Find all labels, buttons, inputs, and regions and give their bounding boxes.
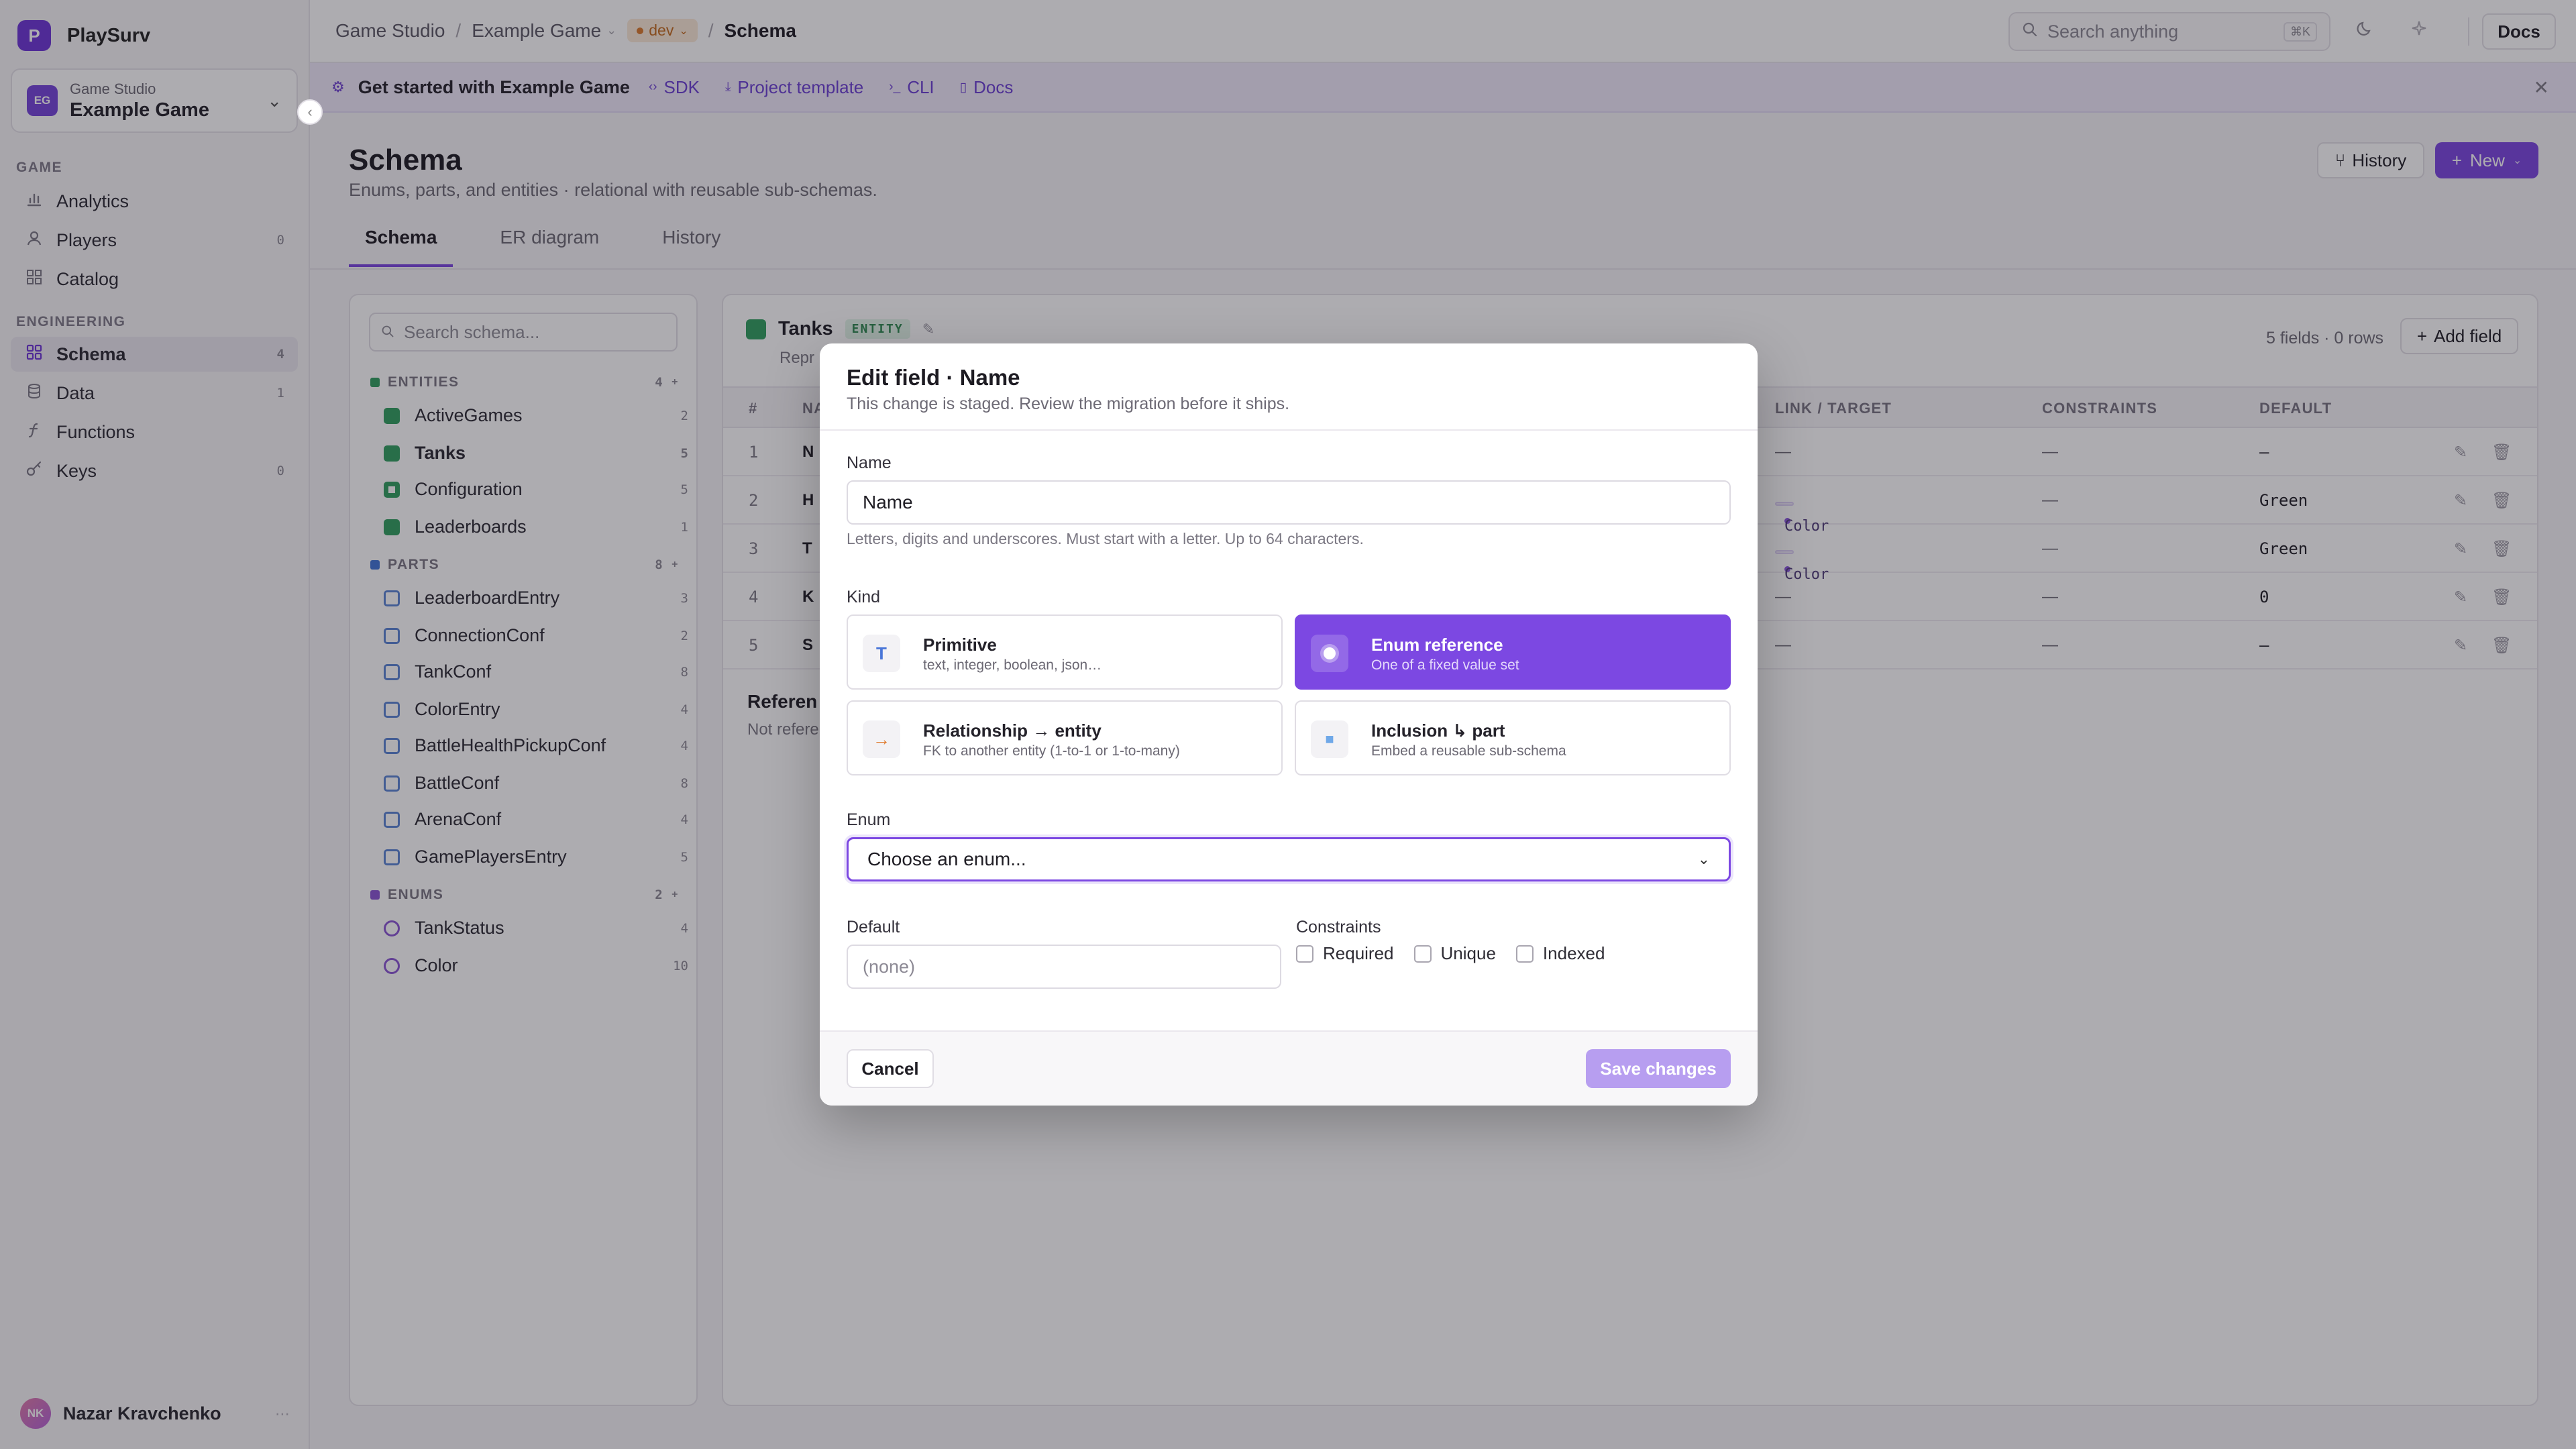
kind-option-inclusion[interactable]: ■ Inclusion ↳ part Embed a reusable sub-… [1295,700,1731,775]
kind-option-primitive[interactable]: T Primitive text, integer, boolean, json… [847,614,1283,690]
save-changes-button[interactable]: Save changes [1586,1049,1731,1088]
kind-option-title: Relationship → entity [923,720,1102,741]
default-placeholder: (none) [863,956,916,977]
name-field[interactable]: Name [847,480,1731,525]
kind-option-subtitle: One of a fixed value set [1371,657,1519,673]
kind-option-subtitle: FK to another entity (1-to-1 or 1-to-man… [923,743,1180,759]
constraints-label: Constraints [1296,918,1381,936]
kind-option-subtitle: Embed a reusable sub-schema [1371,743,1566,759]
chevron-down-icon: ⌄ [1697,851,1710,867]
name-field-value: Name [863,492,913,513]
name-help-text: Letters, digits and underscores. Must st… [847,530,1364,547]
radio-selected-icon [1311,635,1348,672]
default-input[interactable]: (none) [847,945,1281,989]
kind-option-title: Inclusion ↳ part [1371,720,1505,741]
checkbox-box[interactable] [1413,945,1432,963]
edit-field-dialog: Edit field · Name This change is staged.… [820,343,1758,1106]
kind-option-subtitle: text, integer, boolean, json… [923,657,1102,673]
dialog-subtitle: This change is staged. Review the migrat… [847,394,1290,413]
dialog-footer: Cancel Save changes [820,1030,1758,1106]
enum-label: Enum [847,810,891,829]
constraints-group: Required Unique Indexed [1296,943,1605,964]
part-square-icon: ■ [1311,720,1348,758]
kind-option-title: Primitive [923,635,997,655]
cancel-button[interactable]: Cancel [847,1049,934,1088]
kind-option-relationship[interactable]: → Relationship → entity FK to another en… [847,700,1283,775]
checkbox-label: Required [1323,943,1394,963]
checkbox-label: Indexed [1542,943,1605,963]
kind-option-title: Enum reference [1371,635,1503,655]
text-type-icon: T [863,635,900,672]
enum-select-value: Choose an enum... [867,849,1026,869]
checkbox-box[interactable] [1296,945,1313,963]
name-label: Name [847,453,892,472]
kind-option-enum-reference[interactable]: Enum reference One of a fixed value set [1295,614,1731,690]
divider [820,429,1758,431]
kind-label: Kind [847,588,881,606]
indexed-checkbox[interactable]: Indexed [1515,943,1605,964]
unique-checkbox[interactable]: Unique [1413,943,1496,964]
required-checkbox[interactable]: Required [1296,943,1394,964]
enum-select[interactable]: Choose an enum... ⌄ [847,837,1731,881]
default-label: Default [847,918,900,936]
checkbox-box[interactable] [1515,945,1534,963]
checkbox-label: Unique [1440,943,1496,963]
dialog-title: Edit field · Name [847,365,1020,390]
arrow-right-icon: → [863,720,900,758]
collapse-sidebar-icon[interactable]: ‹ [297,99,323,125]
